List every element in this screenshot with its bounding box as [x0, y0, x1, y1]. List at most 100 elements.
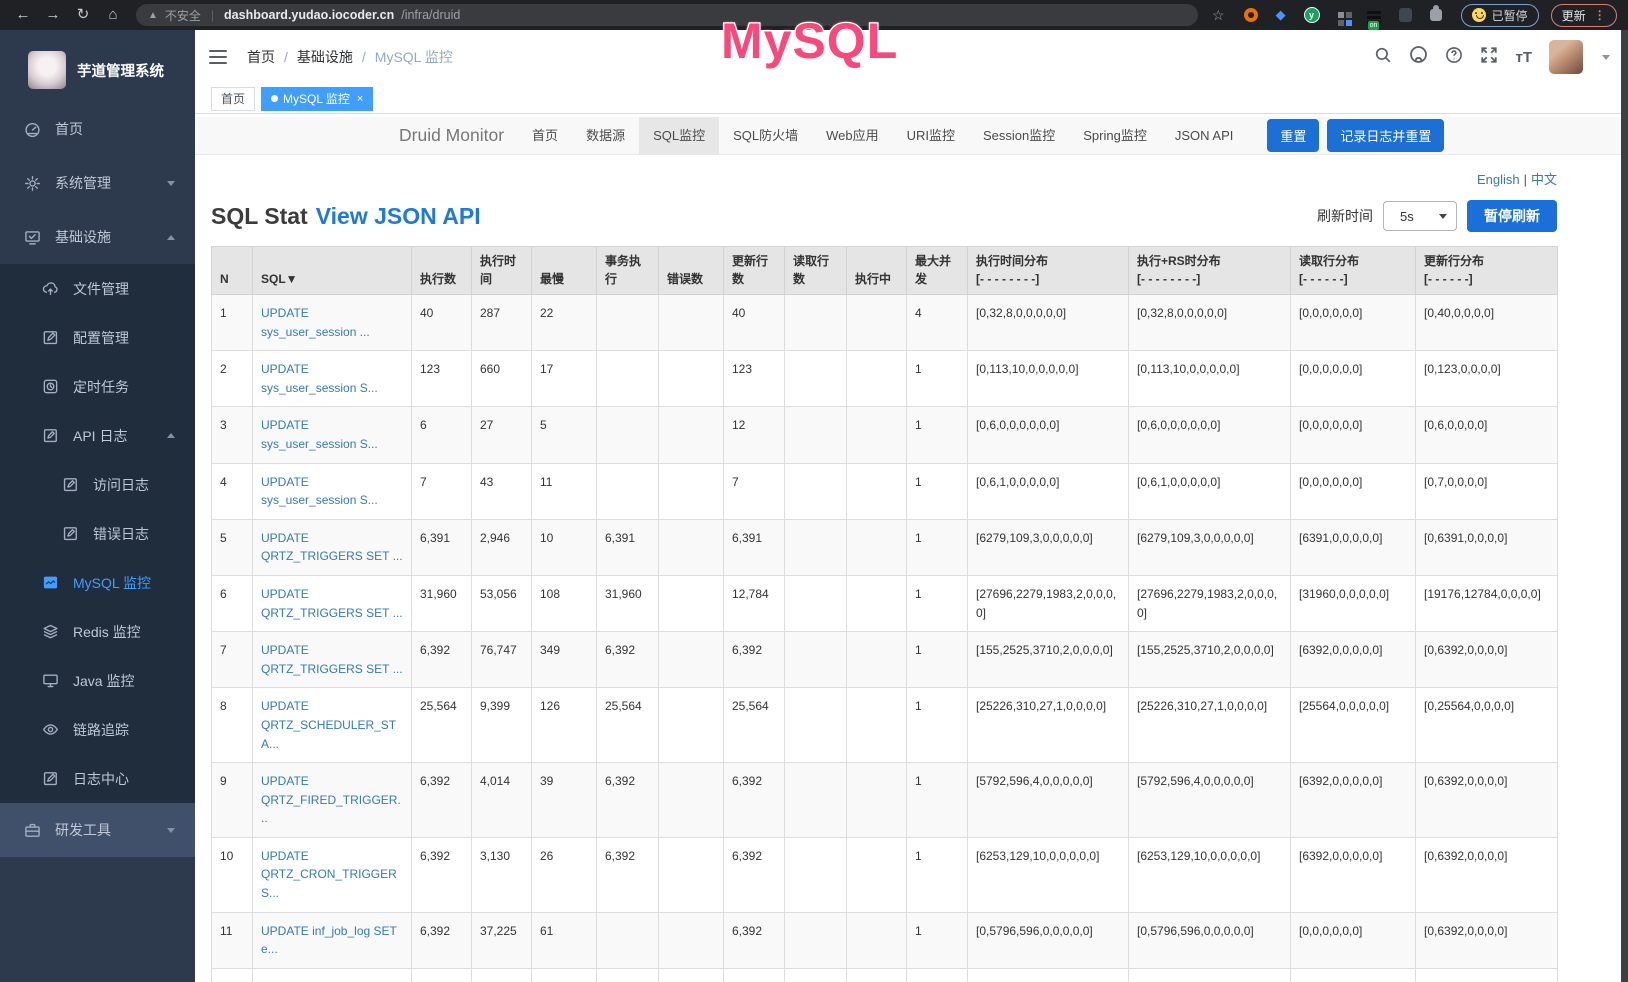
column-header[interactable]: 读取行数 [785, 247, 847, 295]
browser-home-icon[interactable]: ⌂ [100, 0, 126, 30]
table-cell [847, 837, 907, 912]
address-bar[interactable]: ▲ 不安全 | dashboard.yudao.iocoder.cn/infra… [136, 4, 1198, 26]
help-icon[interactable] [1445, 46, 1463, 69]
pause-refresh-button[interactable]: 暂停刷新 [1467, 200, 1557, 232]
browser-reload-icon[interactable]: ↻ [70, 0, 96, 30]
sidebar-item-job[interactable]: 定时任务 [0, 362, 195, 411]
sidebar-item-trace[interactable]: 链路追踪 [0, 705, 195, 754]
sql-link[interactable]: UPDATE sys_user_session ... [261, 306, 370, 339]
extension-dark-icon[interactable] [1399, 8, 1412, 22]
sidebar-item-log-center[interactable]: 日志中心 [0, 754, 195, 803]
column-header[interactable]: SQL▼ [253, 247, 412, 295]
github-icon[interactable] [1409, 45, 1428, 69]
sidebar-item-label: 系统管理 [55, 173, 111, 193]
extension-green-y-icon[interactable]: y [1304, 7, 1320, 23]
sql-link[interactable]: UPDATE sys_user_session S... [261, 475, 378, 508]
column-header[interactable]: 执行中 [847, 247, 907, 295]
bookmark-star-icon[interactable]: ☆ [1212, 7, 1225, 24]
app-logo-row[interactable]: 芋道管理系统 [0, 38, 195, 102]
druid-nav-8[interactable]: Spring监控 [1069, 117, 1161, 154]
tab-mysql-monitor[interactable]: MySQL 监控 × [261, 87, 373, 111]
sql-cell: UPDATE QRTZ_SCHEDULER_STA... [253, 688, 412, 763]
extensions-puzzle-icon[interactable] [1430, 9, 1442, 21]
lang-chinese-link[interactable]: 中文 [1531, 172, 1557, 187]
chrome-menu-icon[interactable]: ⋮ [1594, 8, 1606, 22]
font-size-icon[interactable]: тT [1515, 49, 1532, 66]
table-cell: 7 [212, 632, 253, 688]
table-cell: [0,6392,0,0,0,0] [1416, 763, 1558, 838]
tab-home[interactable]: 首页 [211, 87, 255, 111]
table-cell: 37,225 [472, 912, 532, 968]
sidebar-item-api-log[interactable]: API 日志 [0, 411, 195, 460]
extension-grid-icon[interactable] [1338, 12, 1344, 18]
druid-nav-7[interactable]: Session监控 [969, 117, 1069, 154]
table-cell: 6,392 [724, 632, 785, 688]
column-header[interactable]: 错误数 [659, 247, 724, 295]
druid-nav-6[interactable]: URI监控 [893, 117, 969, 154]
sql-link[interactable]: UPDATE inf_job_log SET e... [261, 924, 397, 957]
profile-paused-pill[interactable]: 已暂停 [1461, 4, 1539, 27]
browser-forward-icon[interactable]: → [40, 0, 66, 30]
reset-button[interactable]: 重置 [1267, 119, 1319, 152]
sidebar-item-devtool[interactable]: 研发工具 [0, 803, 195, 857]
sql-link[interactable]: UPDATE QRTZ_TRIGGERS SET ... [261, 643, 403, 676]
infra-icon [24, 228, 42, 246]
druid-nav-1[interactable]: 首页 [518, 117, 572, 154]
column-header[interactable]: 读取行分布[- - - - - -] [1291, 247, 1416, 295]
sql-link[interactable]: UPDATE sys_user_session S... [261, 418, 378, 451]
log-and-reset-button[interactable]: 记录日志并重置 [1327, 119, 1444, 152]
druid-nav-9[interactable]: JSON API [1161, 117, 1248, 154]
sql-link[interactable]: UPDATE sys_user_session S... [261, 362, 378, 395]
sidebar-item-redis[interactable]: Redis 监控 [0, 607, 195, 656]
sql-link[interactable]: UPDATE QRTZ_TRIGGERS SET ... [261, 587, 403, 620]
column-header[interactable]: N [212, 247, 253, 295]
column-header[interactable]: 执行+RS时分布[- - - - - - - -] [1129, 247, 1291, 295]
column-header[interactable]: 最大并发 [907, 247, 968, 295]
sql-cell: UPDATE sys_user_session ... [253, 295, 412, 351]
column-header[interactable]: 执行时间分布[- - - - - - - -] [968, 247, 1129, 295]
breadcrumb-infra[interactable]: 基础设施 [297, 47, 353, 67]
sidebar-item-error-log[interactable]: 错误日志 [0, 509, 195, 558]
extension-donut-icon[interactable] [1244, 8, 1258, 22]
sidebar-item-mysql[interactable]: MySQL 监控 [0, 558, 195, 607]
extension-list-icon[interactable]: on [1367, 11, 1381, 14]
column-header[interactable]: 事务执行 [597, 247, 659, 295]
user-avatar[interactable] [1549, 40, 1583, 74]
sidebar-item-home[interactable]: 首页 [0, 102, 195, 156]
refresh-interval-select[interactable]: 5s [1383, 201, 1457, 231]
sidebar-item-file[interactable]: 文件管理 [0, 264, 195, 313]
breadcrumb-home[interactable]: 首页 [247, 47, 275, 67]
table-cell: [0,25564,0,0,0,0] [1416, 688, 1558, 763]
extension-diamond-icon[interactable]: ◆ [1276, 8, 1286, 22]
browser-update-button[interactable]: 更新 ⋮ [1551, 4, 1617, 27]
sidebar-item-infra[interactable]: 基础设施 [0, 210, 195, 264]
druid-brand[interactable]: Druid Monitor [385, 117, 518, 154]
avatar-caret-icon[interactable] [1602, 55, 1610, 60]
browser-back-icon[interactable]: ← [10, 0, 36, 30]
sidebar-item-system[interactable]: 系统管理 [0, 156, 195, 210]
sidebar-item-java[interactable]: Java 监控 [0, 656, 195, 705]
druid-nav-2[interactable]: 数据源 [572, 117, 639, 154]
column-header[interactable]: 最慢 [532, 247, 597, 295]
sql-link[interactable]: UPDATE QRTZ_TRIGGERS SET ... [261, 531, 403, 564]
tab-close-icon[interactable]: × [357, 93, 363, 105]
sidebar-item-access-log[interactable]: 访问日志 [0, 460, 195, 509]
column-header[interactable]: 更新行数 [724, 247, 785, 295]
sidebar-toggle-icon[interactable] [209, 50, 227, 64]
sidebar-item-label: 错误日志 [93, 524, 149, 544]
window-scrollbar[interactable] [1621, 30, 1628, 982]
sql-link[interactable]: UPDATE QRTZ_FIRED_TRIGGER... [261, 774, 401, 825]
search-icon[interactable] [1374, 46, 1392, 69]
druid-nav-5[interactable]: Web应用 [812, 117, 893, 154]
view-json-api-link[interactable]: View JSON API [316, 203, 481, 229]
druid-nav-4[interactable]: SQL防火墙 [719, 117, 812, 154]
lang-english-link[interactable]: English [1477, 172, 1520, 187]
sql-link[interactable]: UPDATE QRTZ_CRON_TRIGGERS... [261, 849, 397, 900]
column-header[interactable]: 更新行分布[- - - - - -] [1416, 247, 1558, 295]
column-header[interactable]: 执行数 [412, 247, 472, 295]
column-header[interactable]: 执行时间 [472, 247, 532, 295]
druid-nav-3[interactable]: SQL监控 [639, 117, 719, 154]
sidebar-item-config[interactable]: 配置管理 [0, 313, 195, 362]
sql-link[interactable]: UPDATE QRTZ_SCHEDULER_STA... [261, 699, 396, 750]
fullscreen-icon[interactable] [1480, 46, 1498, 69]
